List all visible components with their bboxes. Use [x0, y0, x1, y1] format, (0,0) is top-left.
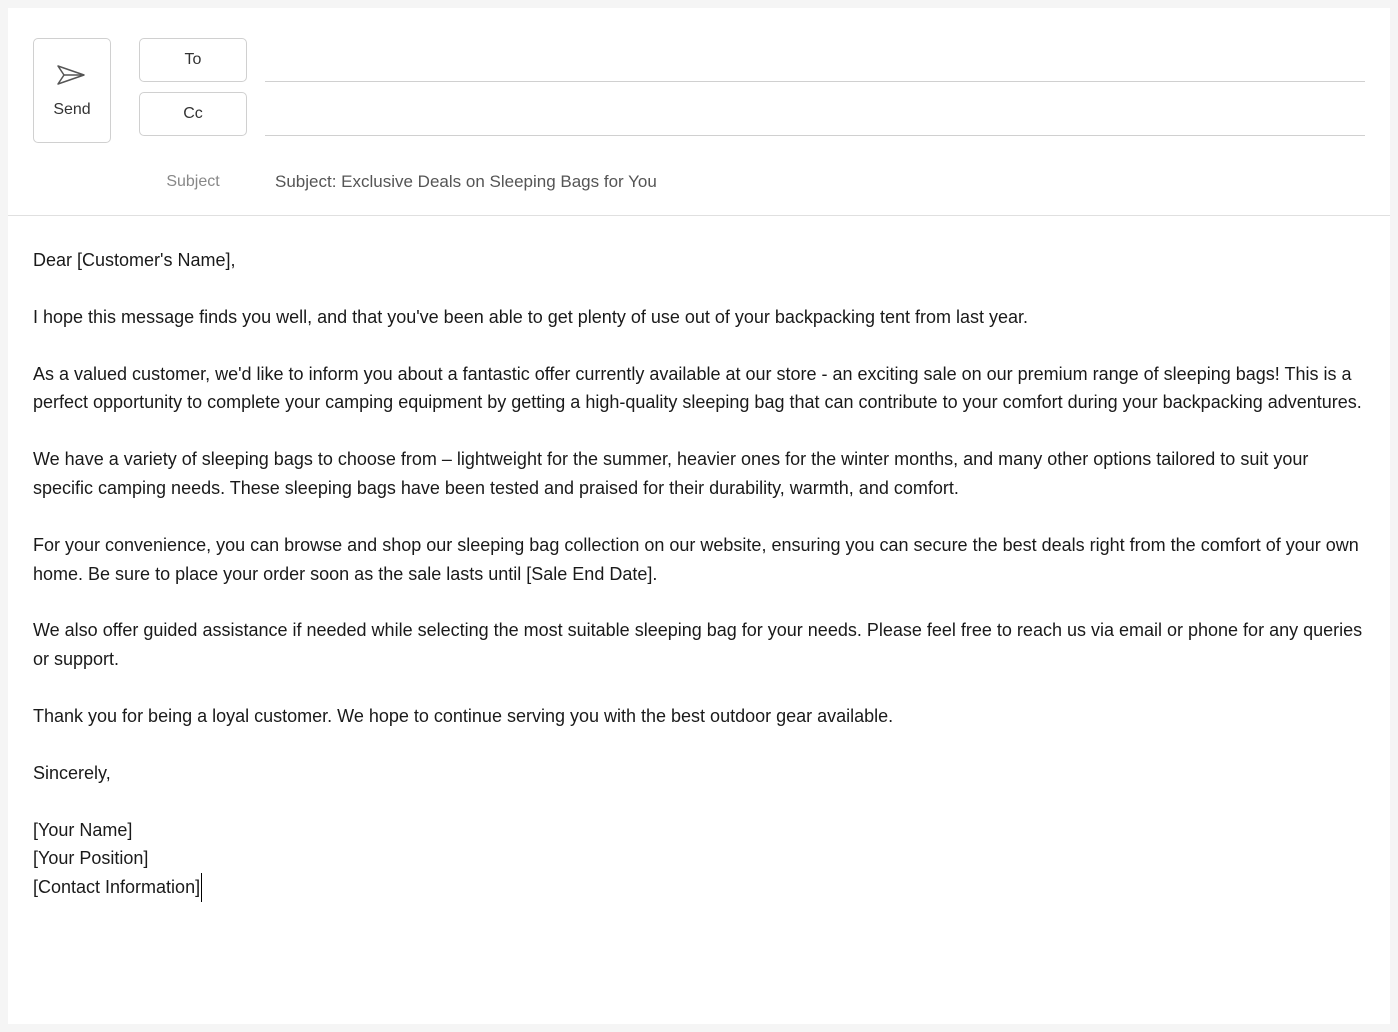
body-paragraph: I hope this message finds you well, and …	[33, 303, 1365, 332]
send-button[interactable]: Send	[33, 38, 111, 143]
to-input[interactable]	[265, 38, 1365, 82]
cc-row: Cc	[139, 92, 1365, 136]
compose-window: Send To Cc Subject Dear [Customer's Name…	[8, 8, 1390, 1024]
body-paragraph: We have a variety of sleeping bags to ch…	[33, 445, 1365, 503]
body-paragraph: For your convenience, you can browse and…	[33, 531, 1365, 589]
cc-button[interactable]: Cc	[139, 92, 247, 136]
signature-contact: [Contact Information]	[33, 873, 1365, 902]
email-body[interactable]: Dear [Customer's Name], I hope this mess…	[8, 216, 1390, 927]
to-row: To	[139, 38, 1365, 82]
body-closing: Sincerely,	[33, 759, 1365, 788]
subject-label: Subject	[139, 173, 247, 191]
body-paragraph: Thank you for being a loyal customer. We…	[33, 702, 1365, 731]
body-paragraph: We also offer guided assistance if neede…	[33, 616, 1365, 674]
body-greeting: Dear [Customer's Name],	[33, 246, 1365, 275]
subject-row: Subject	[139, 164, 1365, 200]
signature-position: [Your Position]	[33, 844, 1365, 873]
signature-name: [Your Name]	[33, 816, 1365, 845]
body-paragraph: As a valued customer, we'd like to infor…	[33, 360, 1365, 418]
fields-section: To Cc Subject	[139, 38, 1365, 200]
to-button[interactable]: To	[139, 38, 247, 82]
subject-input[interactable]	[265, 164, 1365, 200]
cc-input[interactable]	[265, 92, 1365, 136]
send-label: Send	[53, 101, 90, 119]
header-section: Send To Cc Subject	[8, 8, 1390, 216]
send-icon	[56, 63, 88, 87]
